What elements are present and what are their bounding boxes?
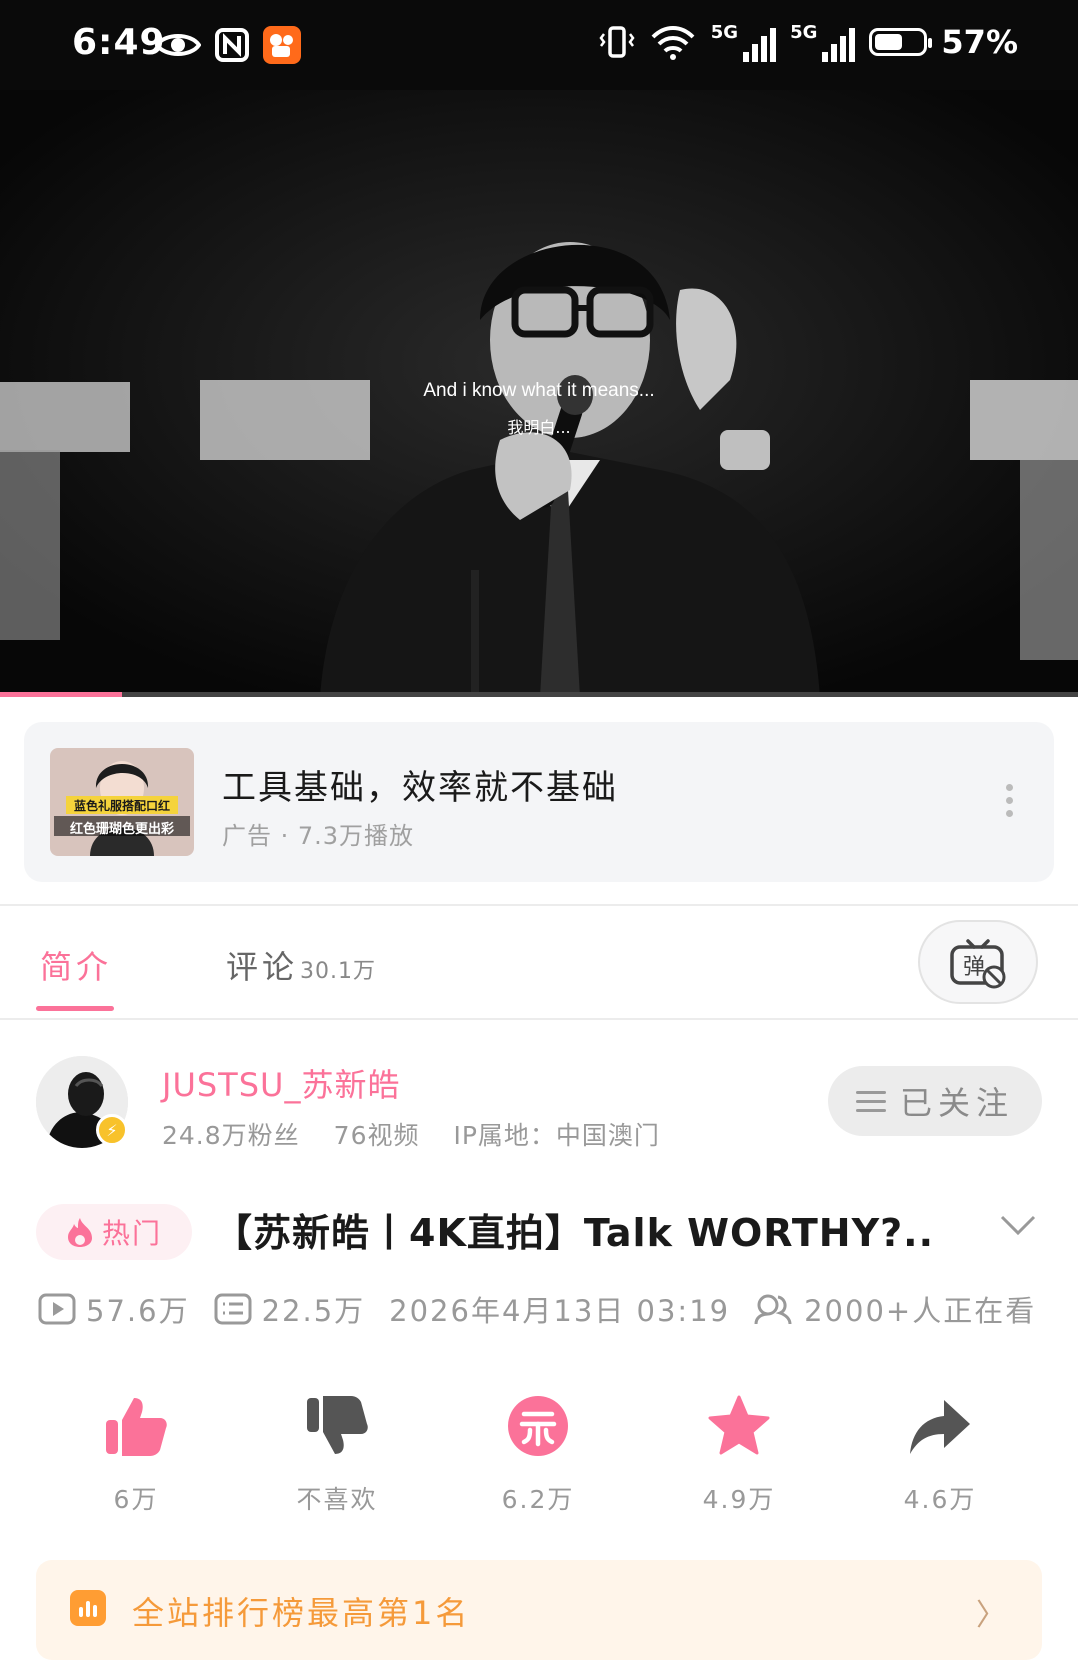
video-progress-fill bbox=[0, 692, 122, 697]
coin-count: 6.2万 bbox=[501, 1485, 575, 1514]
video-title[interactable]: 【苏新皓丨4K直拍】Talk WORTHY?... bbox=[214, 1202, 934, 1257]
coin-icon bbox=[508, 1396, 568, 1456]
status-bar: 6:49 5G 5G 57% bbox=[0, 0, 1078, 90]
signal-5g-2: 5G bbox=[790, 22, 856, 62]
video-stats: 57.6万 22.5万 2026年4月13日 03:19 2000+人正在看 bbox=[38, 1288, 1060, 1330]
eye-icon bbox=[155, 34, 201, 56]
videos-count: 76视频 bbox=[333, 1121, 420, 1150]
tab-comments-label: 评论 bbox=[226, 948, 299, 986]
battery-icon bbox=[869, 28, 933, 56]
danmaku-count: 22.5万 bbox=[214, 1288, 366, 1330]
favorite-count: 4.9万 bbox=[702, 1485, 776, 1514]
ad-meta: 广告 · 7.3万播放 bbox=[222, 822, 415, 850]
tab-active-indicator bbox=[36, 1006, 114, 1011]
rank-banner[interactable]: 全站排行榜最高第1名 〉 bbox=[36, 1560, 1042, 1660]
subtitle-english: And i know what it means... bbox=[423, 380, 655, 401]
bar-chart-icon bbox=[70, 1590, 106, 1626]
share-arrow-icon bbox=[910, 1400, 970, 1454]
wifi-icon bbox=[651, 26, 695, 60]
play-count: 57.6万 bbox=[38, 1288, 190, 1330]
video-player[interactable]: And i know what it means... 我明白... bbox=[0, 90, 1078, 697]
favorite-button[interactable]: 4.9万 bbox=[664, 1386, 814, 1516]
verified-badge-icon: ⚡ bbox=[96, 1114, 128, 1146]
kuaishou-app-icon bbox=[263, 26, 301, 64]
video-progress-bar[interactable] bbox=[0, 692, 1078, 697]
subtitle-chinese: 我明白... bbox=[507, 418, 571, 437]
hot-tag-label: 热门 bbox=[101, 1217, 162, 1250]
uploader-name[interactable]: JUSTSU_苏新皓 bbox=[162, 1060, 400, 1106]
ip-location: IP属地：中国澳门 bbox=[453, 1121, 660, 1150]
fans-count: 24.8万粉丝 bbox=[162, 1121, 300, 1150]
dislike-label: 不喜欢 bbox=[296, 1485, 378, 1514]
ad-title: 工具基础，效率就不基础 bbox=[222, 768, 618, 808]
danmu-off-icon: 弹 bbox=[950, 939, 1006, 989]
battery-percent: 57% bbox=[941, 23, 1018, 61]
signal-5g-1: 5G bbox=[711, 22, 777, 62]
status-left-icons bbox=[155, 26, 301, 64]
tab-comments[interactable]: 评论30.1万 bbox=[226, 942, 376, 988]
comments-count: 30.1万 bbox=[300, 959, 377, 984]
svg-text:弹: 弹 bbox=[963, 955, 985, 980]
tab-intro[interactable]: 简介 bbox=[40, 942, 112, 988]
chevron-down-icon[interactable] bbox=[1000, 1214, 1036, 1236]
thumbs-down-icon bbox=[307, 1396, 368, 1454]
status-right-icons: 5G 5G 57% bbox=[599, 22, 1018, 62]
status-time: 6:49 bbox=[72, 22, 166, 63]
follow-label: 已关注 bbox=[899, 1084, 1014, 1122]
nfc-icon bbox=[215, 28, 249, 62]
action-bar: 6万 不喜欢 6.2万 4.9万 4.6万 bbox=[0, 1386, 1078, 1516]
tab-bar: 简介 评论30.1万 弹 bbox=[0, 906, 1078, 1018]
vibrate-icon bbox=[599, 26, 635, 58]
ad-thumb-caption-top: 蓝色礼服搭配口红 bbox=[73, 799, 170, 813]
like-count: 6万 bbox=[113, 1485, 159, 1514]
hot-tag[interactable]: 热门 bbox=[36, 1204, 192, 1260]
share-button[interactable]: 4.6万 bbox=[865, 1386, 1015, 1516]
chevron-right-icon: 〉 bbox=[976, 1598, 1006, 1633]
flame-icon bbox=[67, 1218, 92, 1247]
ad-thumb-caption-bottom: 红色珊瑚色更出彩 bbox=[69, 822, 174, 837]
share-count: 4.6万 bbox=[903, 1485, 977, 1514]
ad-card[interactable]: 蓝色礼服搭配口红 红色珊瑚色更出彩 工具基础，效率就不基础 广告 · 7.3万播… bbox=[24, 722, 1054, 882]
play-icon bbox=[38, 1293, 76, 1325]
watching-count: 2000+人正在看 bbox=[754, 1288, 1036, 1330]
menu-icon bbox=[855, 1090, 886, 1112]
followed-button[interactable]: 已关注 bbox=[828, 1066, 1042, 1136]
more-options-icon[interactable] bbox=[1006, 784, 1014, 817]
coin-button[interactable]: 6.2万 bbox=[463, 1386, 613, 1516]
uploader-stats: 24.8万粉丝 76视频 IP属地：中国澳门 bbox=[162, 1116, 660, 1152]
divider bbox=[0, 1018, 1078, 1020]
thumbs-up-icon bbox=[106, 1398, 167, 1456]
danmu-toggle-button[interactable]: 弹 bbox=[918, 920, 1038, 1004]
danmaku-icon bbox=[214, 1293, 252, 1325]
like-button[interactable]: 6万 bbox=[61, 1386, 211, 1516]
ad-thumbnail: 蓝色礼服搭配口红 红色珊瑚色更出彩 bbox=[50, 748, 194, 856]
people-icon bbox=[754, 1294, 792, 1325]
star-icon bbox=[708, 1395, 770, 1455]
publish-datetime: 2026年4月13日 03:19 bbox=[389, 1294, 731, 1328]
dislike-button[interactable]: 不喜欢 bbox=[262, 1386, 412, 1516]
rank-text: 全站排行榜最高第1名 bbox=[132, 1594, 471, 1632]
